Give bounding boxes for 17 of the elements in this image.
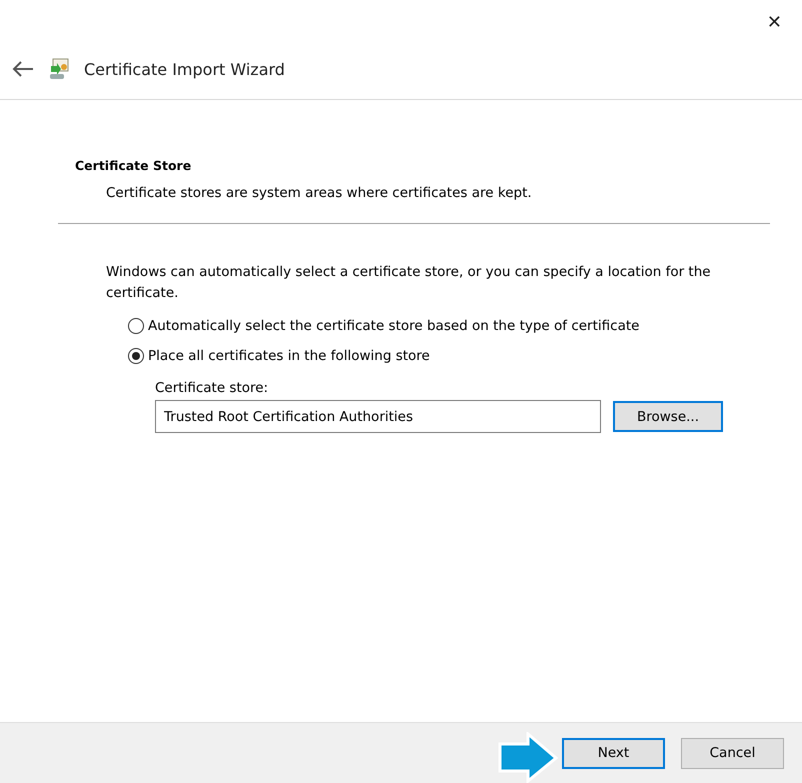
back-arrow-icon[interactable] bbox=[12, 61, 34, 77]
browse-button[interactable]: Browse... bbox=[613, 401, 723, 432]
radio-option[interactable]: Place all certificates in the following store bbox=[128, 348, 430, 364]
window-title: Certificate Import Wizard bbox=[84, 60, 285, 78]
arrow-icon bbox=[498, 732, 560, 783]
section-title: Certificate Store bbox=[75, 158, 192, 173]
radio-option[interactable]: Automatically select the certificate store based on the type of certificate bbox=[128, 318, 640, 334]
field-label: Certificate store: bbox=[155, 380, 270, 396]
radio-icon[interactable] bbox=[128, 318, 144, 334]
footer-button[interactable]: Cancel bbox=[681, 738, 784, 768]
footer-button[interactable]: Next bbox=[562, 738, 665, 768]
close-button[interactable]: ✕ bbox=[762, 10, 786, 35]
intro-text: Windows can automatically select a certificate store, or you can specify a location for the certificate. bbox=[106, 263, 712, 303]
radio-icon[interactable] bbox=[128, 348, 144, 364]
section-subtitle: Certificate stores are system areas where certificates are kept. bbox=[106, 185, 533, 201]
certificate-icon bbox=[48, 58, 70, 80]
store-field[interactable]: Trusted Root Certification Authorities bbox=[155, 400, 601, 433]
